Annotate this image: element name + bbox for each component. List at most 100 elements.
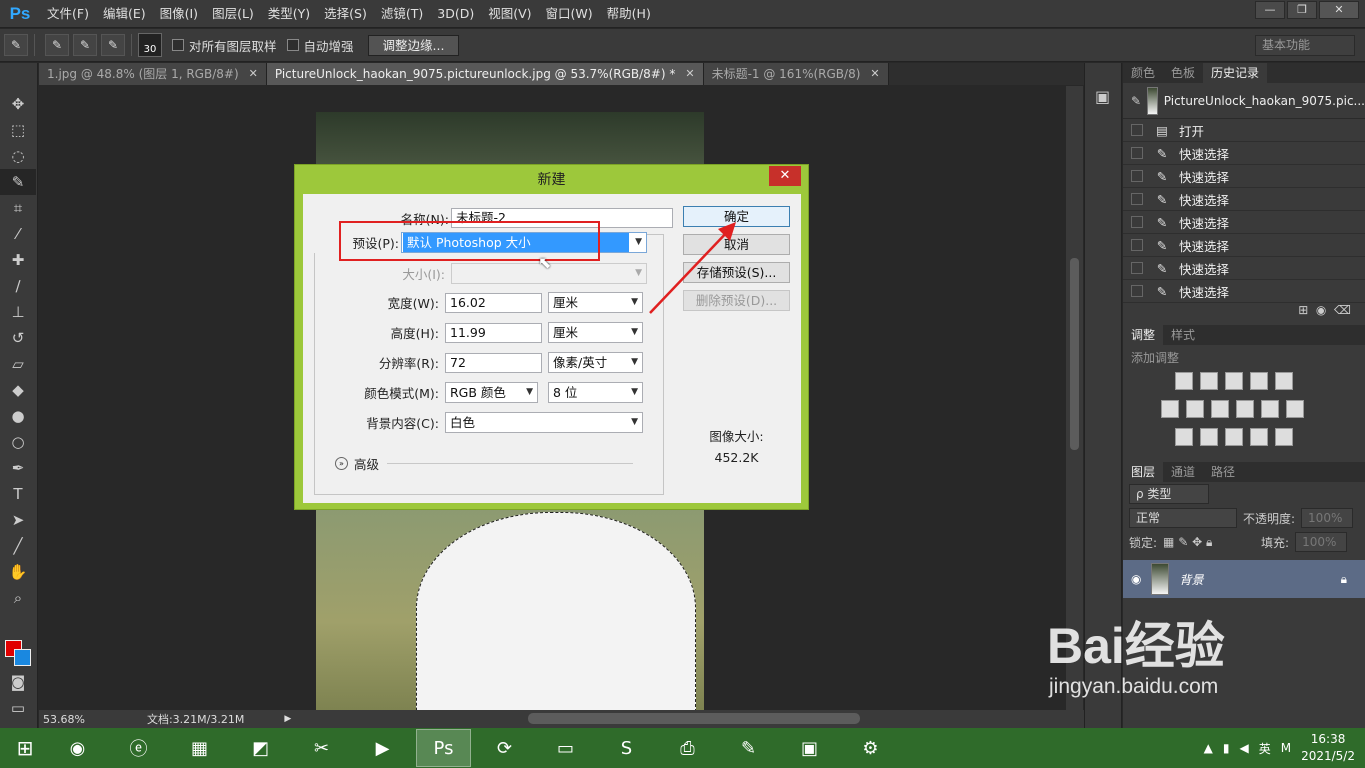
- menu-view[interactable]: 视图(V): [481, 0, 538, 28]
- start-button[interactable]: ⊞: [0, 728, 50, 768]
- tab-adjustments[interactable]: 调整: [1123, 325, 1164, 345]
- checkbox[interactable]: [1131, 285, 1143, 297]
- tab-document-1[interactable]: 1.jpg @ 48.8% (图层 1, RGB/8#) ✕: [39, 63, 267, 85]
- dialog-close-button[interactable]: ✕: [769, 166, 801, 186]
- auto-enhance-checkbox[interactable]: 自动增强: [286, 36, 354, 55]
- checkbox-box[interactable]: [286, 39, 299, 51]
- clone-stamp-icon[interactable]: ⊥: [0, 299, 36, 325]
- hue-saturation-icon[interactable]: [1161, 400, 1179, 418]
- quick-mask-icon[interactable]: ◙: [0, 669, 36, 695]
- minimize-button[interactable]: —: [1255, 1, 1285, 19]
- chevron-down-icon[interactable]: ▼: [631, 413, 638, 432]
- menu-file[interactable]: 文件(F): [40, 0, 96, 28]
- checkbox[interactable]: [1131, 124, 1143, 136]
- history-item[interactable]: ✎ 快速选择: [1123, 142, 1365, 165]
- lock-icons[interactable]: ▦ ✎ ✥ 🔒︎: [1163, 535, 1243, 550]
- channel-mixer-icon[interactable]: [1261, 400, 1279, 418]
- eyedropper-tool-icon[interactable]: ⁄: [0, 221, 36, 247]
- tab-layers[interactable]: 图层: [1123, 462, 1164, 482]
- scrollbar-thumb[interactable]: [1070, 258, 1079, 450]
- new-selection-icon[interactable]: ✎: [45, 34, 69, 56]
- checkbox[interactable]: [1131, 193, 1143, 205]
- taskbar-wps-icon[interactable]: S: [599, 729, 654, 767]
- menu-edit[interactable]: 编辑(E): [96, 0, 153, 28]
- taskbar-folder-icon[interactable]: ▭: [538, 729, 593, 767]
- paint-bucket-icon[interactable]: ◆: [0, 377, 36, 403]
- menu-select[interactable]: 选择(S): [317, 0, 374, 28]
- taskbar-control-panel-icon[interactable]: ⚙: [843, 729, 898, 767]
- quick-select-tool-icon[interactable]: ✎: [0, 169, 36, 195]
- eye-icon[interactable]: ◉: [1131, 572, 1141, 586]
- zoom-tool-icon[interactable]: ⌕: [0, 585, 36, 611]
- blur-tool-icon[interactable]: ●: [0, 403, 36, 429]
- taskbar-player-icon[interactable]: ▶: [355, 729, 410, 767]
- history-item[interactable]: ✎ 快速选择: [1123, 165, 1365, 188]
- gradient-map-icon[interactable]: [1250, 428, 1268, 446]
- ime-mode-indicator[interactable]: M: [1281, 741, 1291, 755]
- lasso-tool-icon[interactable]: ◌: [0, 143, 36, 169]
- vibrance-icon[interactable]: [1275, 372, 1293, 390]
- play-icon[interactable]: ▶: [284, 714, 291, 724]
- color-lookup-icon[interactable]: [1286, 400, 1304, 418]
- layer-filter-select[interactable]: ρ 类型: [1129, 484, 1209, 504]
- history-item[interactable]: ✎ 快速选择: [1123, 234, 1365, 257]
- tab-document-3[interactable]: 未标题-1 @ 161%(RGB/8) ✕: [703, 63, 889, 85]
- tab-channels[interactable]: 通道: [1163, 462, 1203, 482]
- menu-filter[interactable]: 滤镜(T): [374, 0, 430, 28]
- line-tool-icon[interactable]: ╱: [0, 533, 36, 559]
- blend-mode-select[interactable]: 正常: [1129, 508, 1237, 528]
- taskbar-tool-icon[interactable]: ✂: [294, 729, 349, 767]
- history-brush-icon[interactable]: ↺: [0, 325, 36, 351]
- path-select-icon[interactable]: ➤: [0, 507, 36, 533]
- taskbar-media-icon[interactable]: ◉: [50, 729, 105, 767]
- tab-paths[interactable]: 路径: [1203, 462, 1243, 482]
- zoom-level[interactable]: 53.68%: [43, 713, 85, 726]
- ime-indicator[interactable]: 英: [1259, 740, 1271, 757]
- add-selection-icon[interactable]: ✎: [73, 34, 97, 56]
- close-icon[interactable]: ✕: [249, 63, 258, 85]
- horizontal-scrollbar-thumb[interactable]: [528, 713, 860, 724]
- checkbox[interactable]: [1131, 170, 1143, 182]
- fill-input[interactable]: 100%: [1295, 532, 1348, 552]
- history-item[interactable]: ✎ 快速选择: [1123, 188, 1365, 211]
- move-tool-icon[interactable]: ✥: [0, 91, 36, 117]
- volume-icon[interactable]: ◀: [1239, 741, 1248, 755]
- threshold-icon[interactable]: [1225, 428, 1243, 446]
- taskbar-monitor-icon[interactable]: ◩: [233, 729, 288, 767]
- taskbar-ie-icon[interactable]: ⓔ: [111, 729, 166, 767]
- checkbox-box[interactable]: [172, 39, 184, 51]
- black-white-icon[interactable]: [1211, 400, 1229, 418]
- tab-swatches[interactable]: 色板: [1163, 63, 1203, 83]
- posterize-icon[interactable]: [1200, 428, 1218, 446]
- chevron-down-icon[interactable]: ▼: [631, 293, 638, 312]
- dodge-tool-icon[interactable]: ○: [0, 429, 36, 455]
- history-item[interactable]: ✎ 快速选择: [1123, 211, 1365, 234]
- brush-tool-icon[interactable]: ∕: [0, 273, 36, 299]
- healing-brush-icon[interactable]: ✚: [0, 247, 36, 273]
- properties-icon[interactable]: ▣: [1095, 87, 1121, 106]
- tray-expand-icon[interactable]: ▲: [1204, 741, 1213, 755]
- refine-edge-button[interactable]: 调整边缘...: [367, 34, 460, 56]
- tab-color[interactable]: 颜色: [1123, 63, 1163, 83]
- chevron-down-icon[interactable]: ▼: [631, 383, 638, 402]
- chevron-down-icon[interactable]: ▼: [631, 353, 638, 372]
- quick-select-tool-icon[interactable]: ✎: [4, 34, 28, 56]
- background-color-swatch[interactable]: [14, 649, 31, 666]
- network-icon[interactable]: ▮: [1223, 741, 1230, 755]
- menu-window[interactable]: 窗口(W): [539, 0, 600, 28]
- subtract-selection-icon[interactable]: ✎: [101, 34, 125, 56]
- pen-tool-icon[interactable]: ✒: [0, 455, 36, 481]
- taskbar-printer-icon[interactable]: ⎙: [660, 729, 715, 767]
- tab-document-2[interactable]: PictureUnlock_haokan_9075.pictureunlock.…: [266, 63, 704, 85]
- resolution-input[interactable]: 72: [445, 352, 542, 373]
- checkbox[interactable]: [1131, 239, 1143, 251]
- eraser-tool-icon[interactable]: ▱: [0, 351, 36, 377]
- clock[interactable]: 16:38 2021/5/2: [1301, 731, 1355, 765]
- photo-filter-icon[interactable]: [1236, 400, 1254, 418]
- menu-3d[interactable]: 3D(D): [430, 0, 481, 28]
- advanced-toggle[interactable]: » 高级: [335, 454, 634, 473]
- chevron-down-icon[interactable]: ▼: [631, 323, 638, 342]
- taskbar-photos-icon[interactable]: ▣: [782, 729, 837, 767]
- taskbar-photoshop-icon[interactable]: Ps: [416, 729, 471, 767]
- menu-help[interactable]: 帮助(H): [600, 0, 658, 28]
